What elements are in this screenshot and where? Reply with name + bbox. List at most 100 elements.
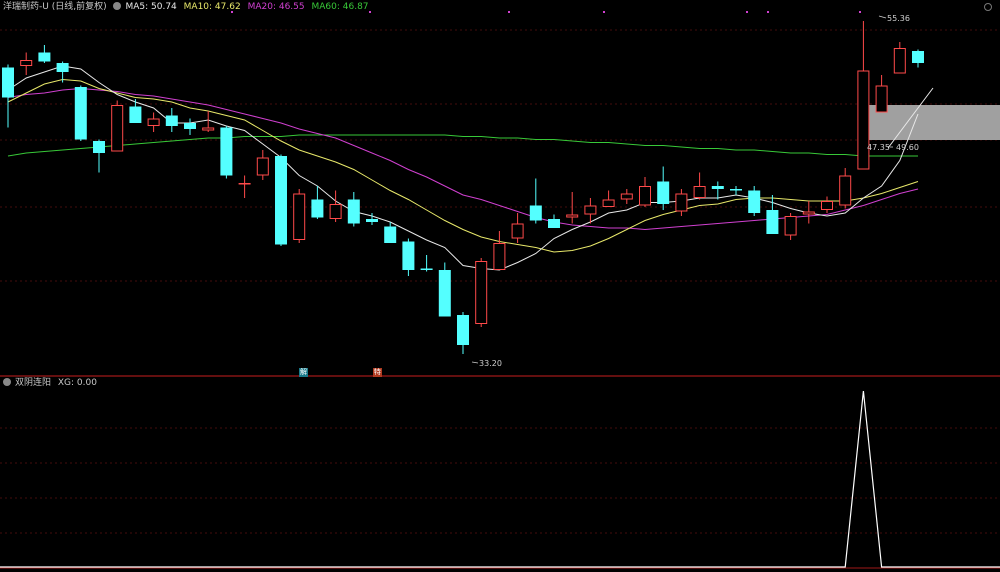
window-circle-icon[interactable] (984, 3, 992, 11)
candle-body (675, 193, 688, 212)
candle[interactable] (839, 168, 852, 209)
xg-polyline (0, 390, 1000, 568)
candle[interactable] (639, 177, 651, 207)
candle[interactable] (711, 181, 724, 200)
candle-body (184, 123, 196, 129)
candle[interactable] (220, 126, 233, 179)
candle-body (384, 226, 397, 243)
candle-body (329, 204, 342, 219)
chart-header: 洋瑞制药-U (日线,前复权) MA5: 50.74 MA10: 47.62 M… (3, 1, 373, 13)
candle-body (93, 141, 105, 153)
candle[interactable] (493, 231, 506, 270)
candle[interactable] (275, 154, 287, 247)
candle[interactable] (602, 190, 615, 208)
candle[interactable] (475, 258, 488, 327)
candle[interactable] (311, 186, 324, 219)
top-marker (767, 11, 769, 13)
candle-body (111, 105, 124, 152)
candle[interactable] (620, 189, 633, 204)
candle[interactable] (238, 175, 251, 199)
top-marker (746, 11, 748, 13)
event-badge-left[interactable]: 解 (299, 368, 308, 377)
candle[interactable] (420, 255, 433, 272)
low-price-label: 33.20 (479, 359, 502, 368)
candle[interactable] (675, 189, 688, 216)
candle[interactable] (256, 150, 269, 180)
candle-body (202, 127, 215, 131)
indicator-header: 双阴连阳 XG: 0.00 (3, 377, 101, 389)
candle[interactable] (766, 195, 779, 234)
xg-signal-line (0, 390, 1000, 568)
indicator-value: XG: 0.00 (57, 378, 97, 388)
candle-body (311, 199, 324, 218)
indicator-settings-icon[interactable] (3, 378, 11, 386)
candle[interactable] (147, 112, 160, 133)
candle-body (566, 214, 579, 218)
ma5-line (7, 65, 919, 271)
high-price-label: 55.36 (887, 14, 910, 23)
candle[interactable] (657, 166, 670, 211)
top-marker (603, 11, 605, 13)
low-leader (471, 361, 479, 364)
candle-body (457, 315, 469, 345)
candle[interactable] (784, 213, 797, 240)
candle[interactable] (93, 139, 105, 173)
settings-icon[interactable] (113, 2, 122, 10)
candle-body (220, 127, 233, 176)
candle-body (602, 199, 615, 207)
candle[interactable] (511, 213, 524, 243)
candle[interactable] (402, 238, 415, 277)
candle[interactable] (529, 178, 542, 224)
candle[interactable] (893, 42, 906, 74)
candle-body (475, 261, 488, 324)
candle-body (620, 193, 633, 200)
candle-body (639, 186, 651, 206)
candle[interactable] (111, 100, 124, 152)
candle-body (366, 219, 378, 222)
candle-body (784, 216, 797, 236)
candle-body (493, 243, 506, 270)
candle[interactable] (566, 192, 579, 224)
candle[interactable] (384, 222, 397, 243)
candle[interactable] (912, 49, 924, 68)
candle[interactable] (165, 108, 178, 132)
candle[interactable] (693, 172, 706, 200)
candle-body (238, 183, 251, 185)
candle[interactable] (748, 186, 761, 216)
candle[interactable] (821, 196, 833, 214)
candle[interactable] (875, 75, 888, 113)
candle[interactable] (2, 64, 14, 128)
candle[interactable] (38, 45, 51, 63)
candle[interactable] (20, 52, 33, 76)
candle[interactable] (184, 118, 196, 136)
candle-body (693, 186, 706, 198)
candle[interactable] (329, 190, 342, 223)
top-marker (859, 11, 861, 13)
candle-body (56, 63, 69, 72)
candlesticks[interactable] (2, 21, 924, 354)
candle[interactable] (802, 201, 815, 224)
ma-pair2-label: 49.60 (896, 143, 919, 152)
stock-chart[interactable]: 55.36 33.20 47.35 49.60 (0, 0, 1000, 572)
candle-body (256, 157, 269, 176)
candle[interactable] (347, 192, 360, 227)
candle-body (511, 223, 524, 239)
ma60-readout: MA60: 46.87 (311, 2, 369, 12)
ma5-readout: MA5: 50.74 (125, 2, 177, 12)
candle-body (584, 205, 597, 215)
candle-body (20, 60, 33, 66)
candle[interactable] (548, 214, 560, 229)
candle-body (912, 51, 924, 63)
candle[interactable] (730, 186, 742, 195)
candle-body (2, 67, 14, 98)
candle-body (730, 189, 742, 191)
candle-body (657, 181, 670, 204)
candle[interactable] (293, 189, 306, 243)
candle[interactable] (129, 99, 142, 123)
candle-body (165, 115, 178, 126)
event-badge-right[interactable]: 特 (373, 368, 382, 377)
candle[interactable] (457, 312, 469, 354)
candle[interactable] (74, 85, 87, 142)
candle[interactable] (438, 262, 451, 317)
candle-body (821, 201, 833, 210)
